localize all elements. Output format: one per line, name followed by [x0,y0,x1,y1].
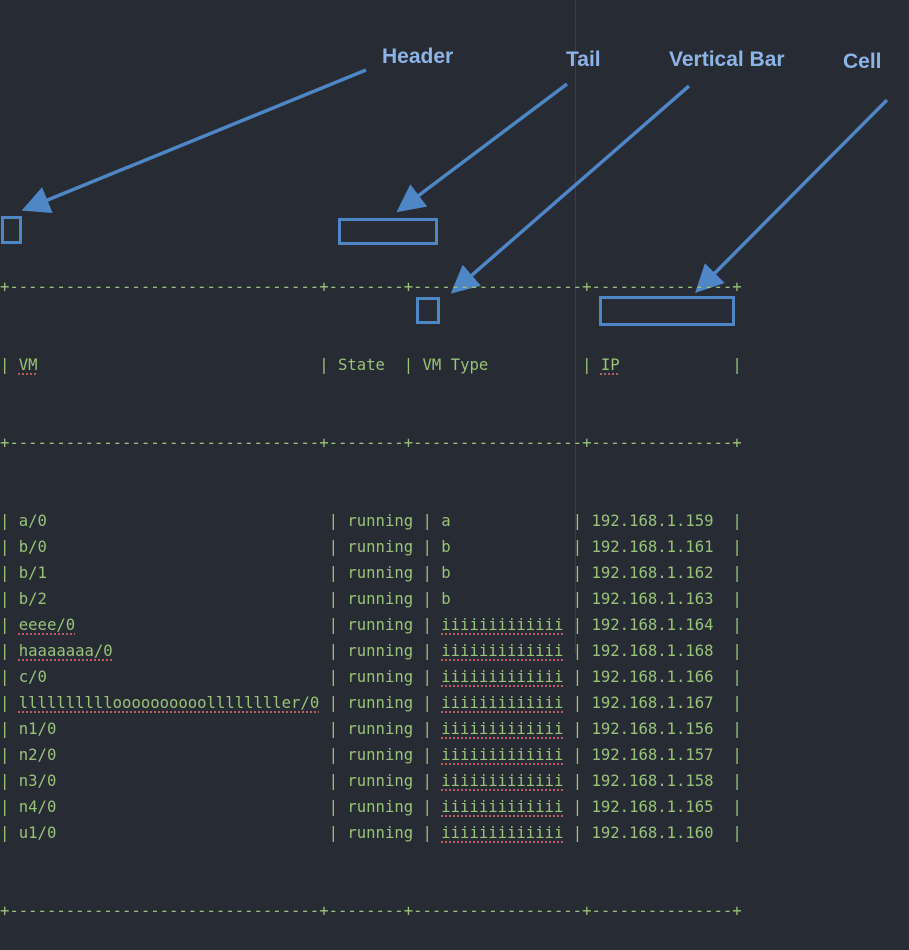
vertical-bar-highlight-box [416,297,440,324]
header-ip: IP [600,356,620,374]
cell-vm: haaaaaaa/0 [18,642,113,660]
cell-state: running [347,668,414,686]
cell-vm: b/0 [18,538,47,556]
cell-state: running [347,564,414,582]
header-vm: VM [18,356,38,374]
cell-state: running [347,824,414,842]
cell-state: running [347,642,414,660]
cell-vm: a/0 [18,512,47,530]
cell-vm-type: b [441,590,451,608]
table-row: | a/0 | running | a | 192.168.1.159 | [0,512,742,530]
cell-vm: c/0 [18,668,47,686]
table-row: | c/0 | running | iiiiiiiiiiiii | 192.16… [0,668,742,686]
cell-ip: 192.168.1.158 [591,772,714,790]
cell-ip: 192.168.1.164 [591,616,714,634]
cell-state: running [347,616,414,634]
cell-vm-type: b [441,538,451,556]
cell-vm-type: a [441,512,451,530]
table-row: | lllllllllloooooooooollllllller/0 | run… [0,694,742,712]
cell-state: running [347,694,414,712]
table-row: | n1/0 | running | iiiiiiiiiiiii | 192.1… [0,720,742,738]
cell-ip: 192.168.1.157 [591,746,714,764]
cell-vm: lllllllllloooooooooollllllller/0 [18,694,320,712]
cell-vm-type: b [441,564,451,582]
cell-vm-type: iiiiiiiiiiiii [441,798,564,816]
header-highlight-box [1,216,22,244]
cell-vm: n2/0 [18,746,57,764]
table-row: | n4/0 | running | iiiiiiiiiiiii | 192.1… [0,798,742,816]
cell-ip: 192.168.1.159 [591,512,714,530]
cell-vm: u1/0 [18,824,57,842]
cell-state: running [347,720,414,738]
cell-vm: eeee/0 [18,616,76,634]
cell-vm-type: iiiiiiiiiiiii [441,824,564,842]
table-row: | haaaaaaa/0 | running | iiiiiiiiiiiii |… [0,642,742,660]
ascii-table: +---------------------------------+-----… [0,222,742,950]
cell-ip: 192.168.1.160 [591,824,714,842]
header-vm-type: VM Type [422,356,489,374]
cell-state: running [347,512,414,530]
cell-state: running [347,746,414,764]
cell-vm: b/2 [18,590,47,608]
table-row: | b/1 | running | b | 192.168.1.162 | [0,564,742,582]
cell-ip: 192.168.1.165 [591,798,714,816]
cell-ip: 192.168.1.161 [591,538,714,556]
table-border-bottom: +---------------------------------+-----… [0,902,742,920]
cell-highlight-box [599,296,735,326]
table-row: | eeee/0 | running | iiiiiiiiiiiii | 192… [0,616,742,634]
cell-ip: 192.168.1.166 [591,668,714,686]
cell-state: running [347,538,414,556]
cell-vm-type: iiiiiiiiiiiii [441,642,564,660]
table-header-row: | VM | State | VM Type | IP | [0,356,742,374]
table-row: | b/0 | running | b | 192.168.1.161 | [0,538,742,556]
cell-state: running [347,590,414,608]
cell-ip: 192.168.1.156 [591,720,714,738]
table-header-separator: +---------------------------------+-----… [0,434,742,452]
cell-vm: n3/0 [18,772,57,790]
table-body: | a/0 | running | a | 192.168.1.159 | | b… [0,508,742,846]
header-arrow [21,68,367,214]
cell-vm-type: iiiiiiiiiiiii [441,746,564,764]
table-row: | n2/0 | running | iiiiiiiiiiiii | 192.1… [0,746,742,764]
table-row: | u1/0 | running | iiiiiiiiiiiii | 192.1… [0,824,742,842]
cell-vm-type: iiiiiiiiiiiii [441,668,564,686]
cell-ip: 192.168.1.168 [591,642,714,660]
table-row: | b/2 | running | b | 192.168.1.163 | [0,590,742,608]
table-row: | n3/0 | running | iiiiiiiiiiiii | 192.1… [0,772,742,790]
cell-vm: n1/0 [18,720,57,738]
cell-vm-type: iiiiiiiiiiiii [441,720,564,738]
cell-state: running [347,772,414,790]
cell-vm: b/1 [18,564,47,582]
header-state: State [338,356,385,374]
cell-ip: 192.168.1.167 [591,694,714,712]
tail-arrow [396,82,569,213]
cell-ip: 192.168.1.162 [591,564,714,582]
cell-ip: 192.168.1.163 [591,590,714,608]
cell-vm-type: iiiiiiiiiiiii [441,694,564,712]
cell-vm: n4/0 [18,798,57,816]
cell-vm-type: iiiiiiiiiiiii [441,772,564,790]
tail-highlight-box [338,218,438,245]
cell-vm-type: iiiiiiiiiiiii [441,616,564,634]
cell-state: running [347,798,414,816]
